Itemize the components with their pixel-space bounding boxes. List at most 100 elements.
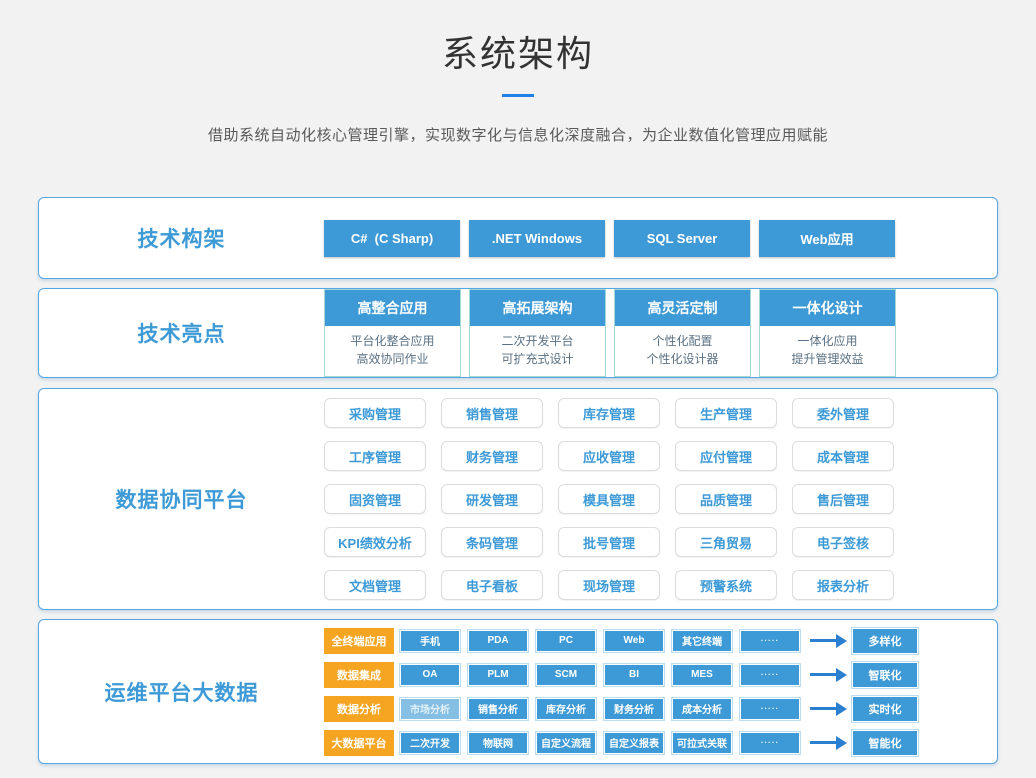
bigdata-result: 智能化 bbox=[852, 730, 918, 756]
arrow-right-icon bbox=[810, 639, 836, 642]
bigdata-rows: 全终端应用手机 PDA PC Web 其它终端 ····· 多样化数据集成 OA PLM SCM B… bbox=[324, 628, 997, 756]
bigdata-row: 数据分析市场分析销售分析库存分析财务分析成本分析·····实时化 bbox=[324, 696, 997, 722]
tech-stack-item: .NET Windows bbox=[469, 220, 605, 257]
ellipsis-item: ····· bbox=[740, 630, 800, 652]
bigdata-item: MES bbox=[672, 664, 732, 686]
platform-item: 应付管理 bbox=[675, 441, 777, 471]
bigdata-category: 数据分析 bbox=[324, 696, 394, 722]
platform-item: 条码管理 bbox=[441, 527, 543, 557]
bigdata-item: 成本分析 bbox=[672, 698, 732, 720]
platform-item: 工序管理 bbox=[324, 441, 426, 471]
platform-grid-row: 文档管理电子看板现场管理预警系统报表分析 bbox=[324, 570, 997, 600]
highlight-card: 高整合应用平台化整合应用高效协同作业 bbox=[324, 289, 461, 377]
ellipsis-item: ····· bbox=[740, 732, 800, 754]
platform-item: 品质管理 bbox=[675, 484, 777, 514]
bigdata-item: Web bbox=[604, 630, 664, 652]
platform-item: 批号管理 bbox=[558, 527, 660, 557]
highlight-card-line: 个性化设计器 bbox=[615, 350, 750, 368]
bigdata-item: PLM bbox=[468, 664, 528, 686]
section-highlights: 技术亮点 高整合应用平台化整合应用高效协同作业高拓展架构二次开发平台可扩充式设计… bbox=[38, 288, 998, 378]
highlight-card: 一体化设计一体化应用提升管理效益 bbox=[759, 289, 896, 377]
bigdata-result: 智联化 bbox=[852, 662, 918, 688]
page-subtitle: 借助系统自动化核心管理引擎，实现数字化与信息化深度融合，为企业数值化管理应用赋能 bbox=[0, 124, 1036, 145]
tech-stack-items: C# (C Sharp).NET WindowsSQL ServerWeb应用 bbox=[324, 220, 997, 257]
platform-item: 现场管理 bbox=[558, 570, 660, 600]
bigdata-item: BI bbox=[604, 664, 664, 686]
highlight-card-line: 平台化整合应用 bbox=[325, 332, 460, 350]
highlight-card: 高拓展架构二次开发平台可扩充式设计 bbox=[469, 289, 606, 377]
platform-grid-row: 采购管理销售管理库存管理生产管理委外管理 bbox=[324, 398, 997, 428]
highlight-card-line: 高效协同作业 bbox=[325, 350, 460, 368]
bigdata-item: 库存分析 bbox=[536, 698, 596, 720]
bigdata-item: 物联网 bbox=[468, 732, 528, 754]
platform-item: 生产管理 bbox=[675, 398, 777, 428]
highlight-card-body: 个性化配置个性化设计器 bbox=[615, 326, 750, 376]
highlight-card-line: 个性化配置 bbox=[615, 332, 750, 350]
platform-item: 固资管理 bbox=[324, 484, 426, 514]
bigdata-item: 其它终端 bbox=[672, 630, 732, 652]
bigdata-row: 数据集成 OA PLM SCM BI MES ····· 智联化 bbox=[324, 662, 997, 688]
platform-item: 模具管理 bbox=[558, 484, 660, 514]
platform-item: 文档管理 bbox=[324, 570, 426, 600]
bigdata-row: 全终端应用手机 PDA PC Web 其它终端 ····· 多样化 bbox=[324, 628, 997, 654]
platform-item: 售后管理 bbox=[792, 484, 894, 514]
page-title: 系统架构 bbox=[0, 25, 1036, 77]
highlight-card: 高灵活定制个性化配置个性化设计器 bbox=[614, 289, 751, 377]
section-tech-stack: 技术构架 C# (C Sharp).NET WindowsSQL ServerW… bbox=[38, 197, 998, 279]
highlight-card-line: 可扩充式设计 bbox=[470, 350, 605, 368]
title-underline bbox=[502, 94, 534, 97]
tech-stack-item: Web应用 bbox=[759, 220, 895, 257]
platform-grid-row: KPI绩效分析条码管理批号管理三角贸易电子签核 bbox=[324, 527, 997, 557]
highlight-card-title: 一体化设计 bbox=[760, 290, 895, 326]
platform-item: 销售管理 bbox=[441, 398, 543, 428]
panels-container: 技术构架 C# (C Sharp).NET WindowsSQL ServerW… bbox=[38, 197, 998, 764]
bigdata-row: 大数据平台二次开发物联网自定义流程自定义报表可拉式关联·····智能化 bbox=[324, 730, 997, 756]
section-platform: 数据协同平台 采购管理销售管理库存管理生产管理委外管理工序管理财务管理应收管理应… bbox=[38, 388, 998, 610]
section-bigdata: 运维平台大数据 全终端应用手机 PDA PC Web 其它终端 ····· 多样化数据集成 O… bbox=[38, 619, 998, 764]
highlight-card-body: 平台化整合应用高效协同作业 bbox=[325, 326, 460, 376]
bigdata-item: 可拉式关联 bbox=[672, 732, 732, 754]
highlight-card-title: 高拓展架构 bbox=[470, 290, 605, 326]
highlight-card-body: 一体化应用提升管理效益 bbox=[760, 326, 895, 376]
bigdata-item: 自定义报表 bbox=[604, 732, 664, 754]
bigdata-category: 全终端应用 bbox=[324, 628, 394, 654]
ellipsis-item: ····· bbox=[740, 698, 800, 720]
bigdata-item: PC bbox=[536, 630, 596, 652]
platform-item: 研发管理 bbox=[441, 484, 543, 514]
platform-item: 电子看板 bbox=[441, 570, 543, 600]
section-label-bigdata: 运维平台大数据 bbox=[39, 677, 324, 707]
bigdata-item: OA bbox=[400, 664, 460, 686]
platform-item: KPI绩效分析 bbox=[324, 527, 426, 557]
bigdata-item: SCM bbox=[536, 664, 596, 686]
bigdata-item: 市场分析 bbox=[400, 698, 460, 720]
highlight-card-title: 高整合应用 bbox=[325, 290, 460, 326]
platform-item: 电子签核 bbox=[792, 527, 894, 557]
bigdata-item: 财务分析 bbox=[604, 698, 664, 720]
bigdata-item: 手机 bbox=[400, 630, 460, 652]
platform-item: 库存管理 bbox=[558, 398, 660, 428]
tech-stack-item: SQL Server bbox=[614, 220, 750, 257]
section-label-tech-stack: 技术构架 bbox=[39, 223, 324, 253]
page-header: 系统架构 借助系统自动化核心管理引擎，实现数字化与信息化深度融合，为企业数值化管… bbox=[0, 0, 1036, 145]
highlight-card-line: 二次开发平台 bbox=[470, 332, 605, 350]
bigdata-category: 数据集成 bbox=[324, 662, 394, 688]
bigdata-result: 实时化 bbox=[852, 696, 918, 722]
bigdata-item: 二次开发 bbox=[400, 732, 460, 754]
platform-grid-row: 工序管理财务管理应收管理应付管理成本管理 bbox=[324, 441, 997, 471]
arrow-right-icon bbox=[810, 741, 836, 744]
ellipsis-item: ····· bbox=[740, 664, 800, 686]
platform-item: 预警系统 bbox=[675, 570, 777, 600]
platform-item: 三角贸易 bbox=[675, 527, 777, 557]
platform-item: 委外管理 bbox=[792, 398, 894, 428]
platform-grid-row: 固资管理研发管理模具管理品质管理售后管理 bbox=[324, 484, 997, 514]
platform-item: 报表分析 bbox=[792, 570, 894, 600]
platform-grid: 采购管理销售管理库存管理生产管理委外管理工序管理财务管理应收管理应付管理成本管理… bbox=[324, 398, 997, 600]
bigdata-result: 多样化 bbox=[852, 628, 918, 654]
highlight-card-line: 提升管理效益 bbox=[760, 350, 895, 368]
platform-item: 成本管理 bbox=[792, 441, 894, 471]
highlight-card-body: 二次开发平台可扩充式设计 bbox=[470, 326, 605, 376]
bigdata-item: PDA bbox=[468, 630, 528, 652]
tech-stack-item: C# (C Sharp) bbox=[324, 220, 460, 257]
bigdata-item: 自定义流程 bbox=[536, 732, 596, 754]
platform-item: 应收管理 bbox=[558, 441, 660, 471]
